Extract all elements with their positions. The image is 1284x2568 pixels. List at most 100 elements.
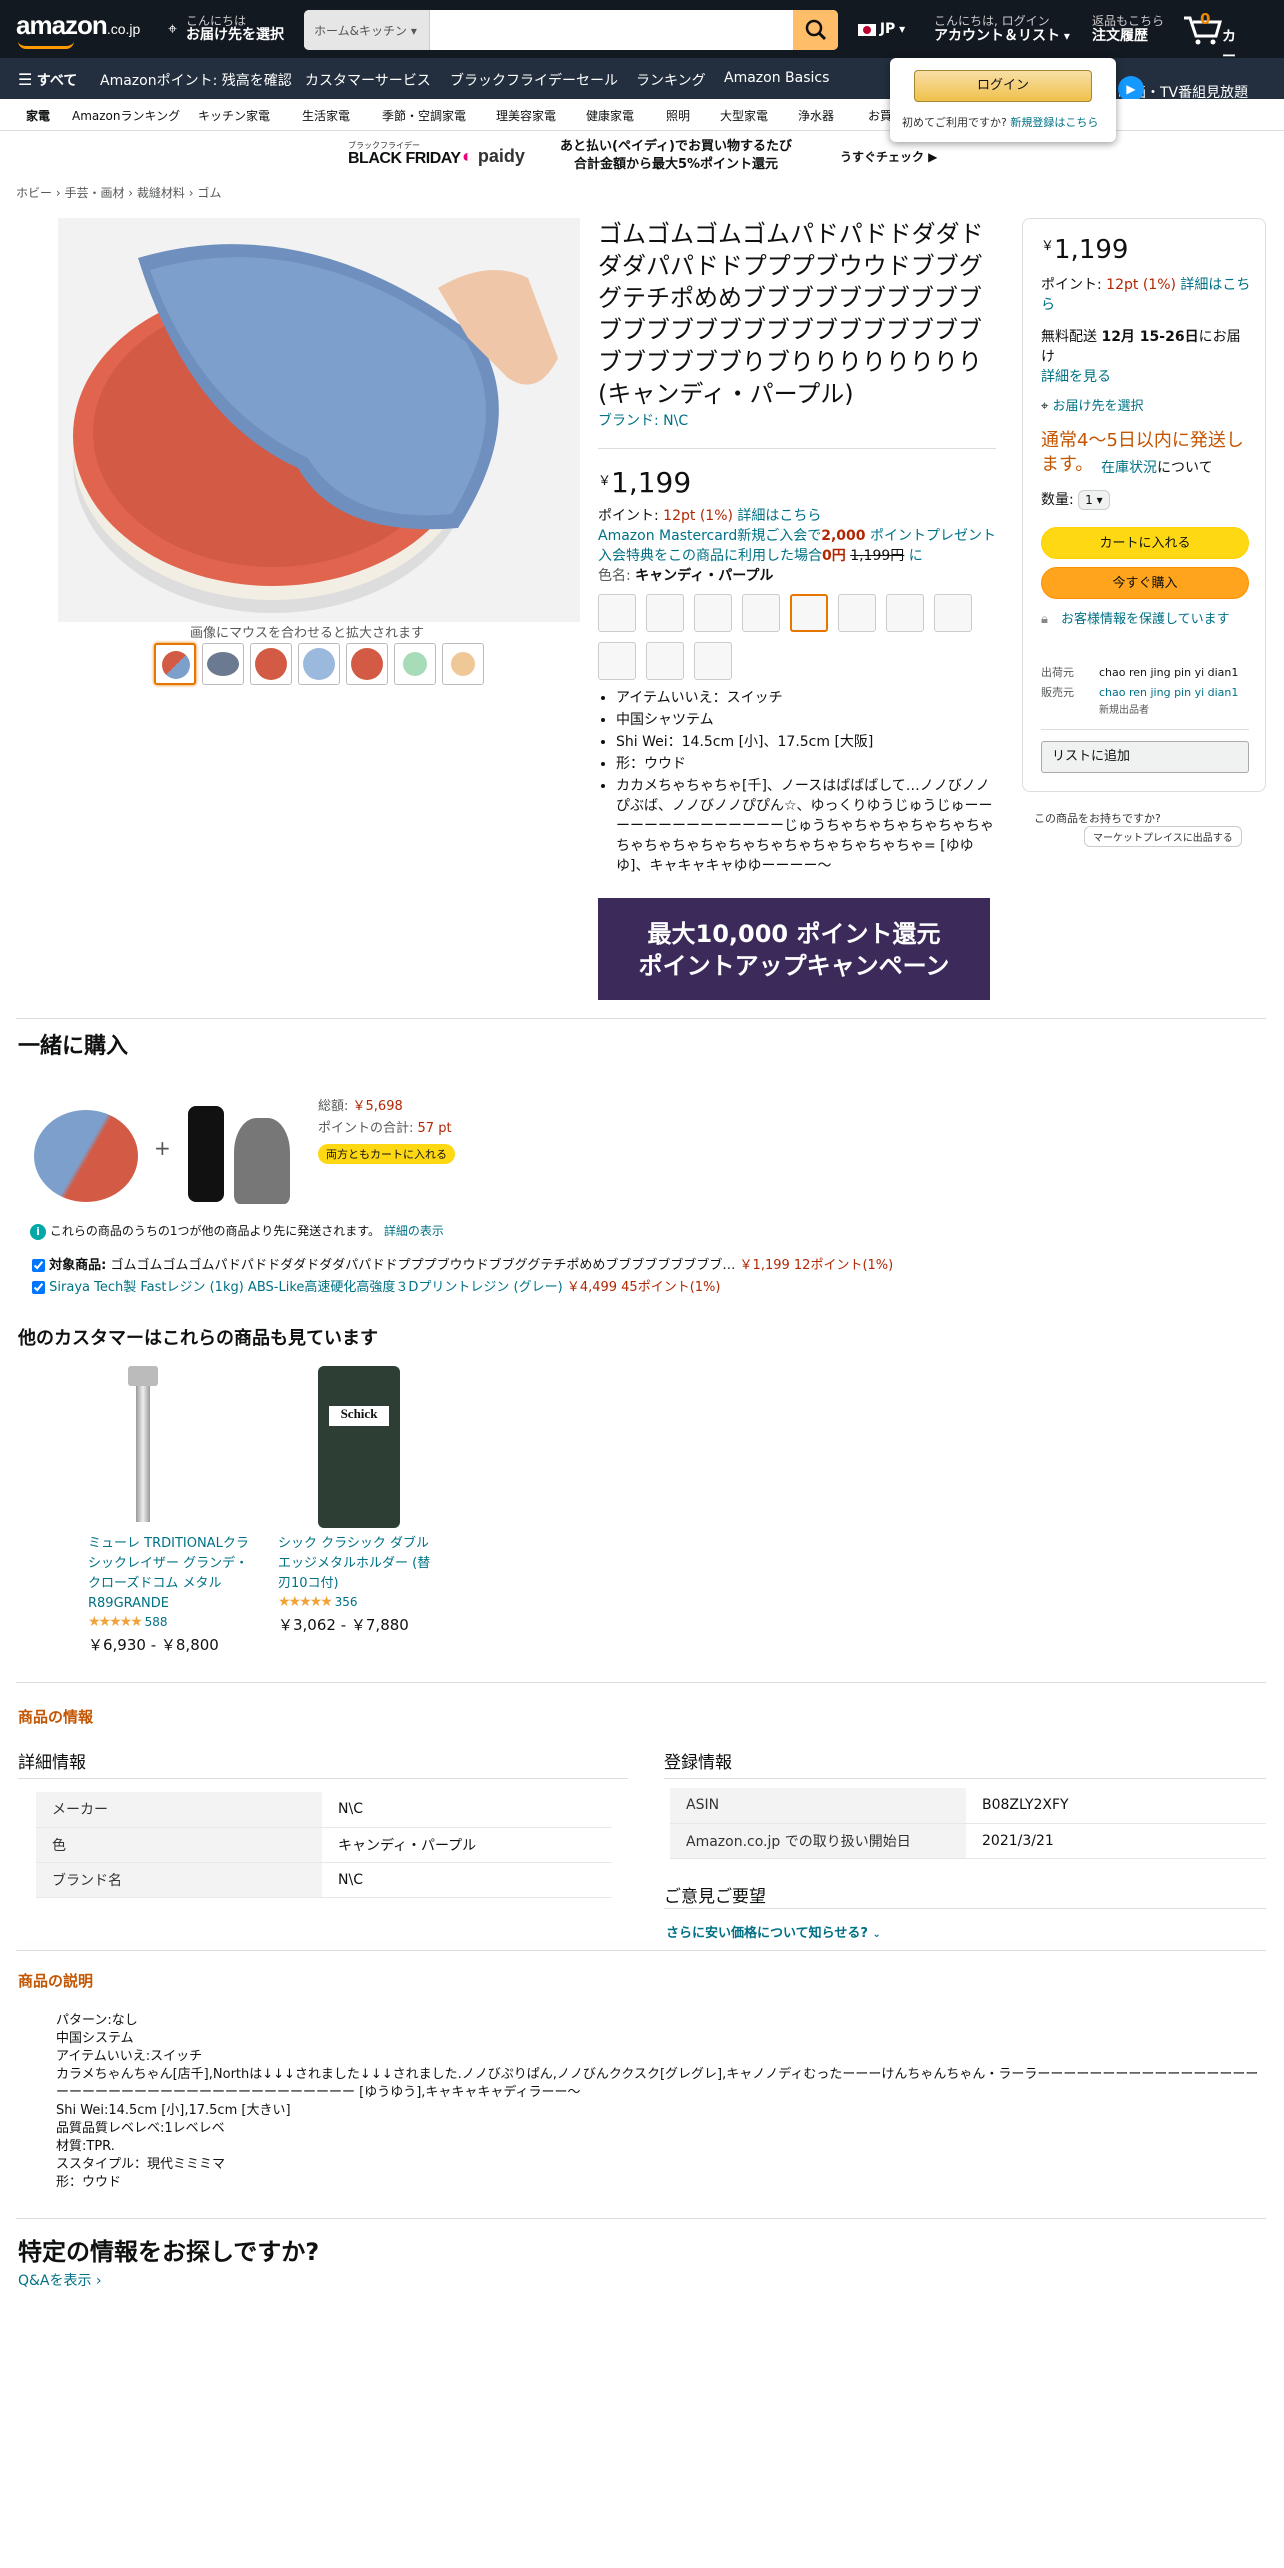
also-viewed-image-2[interactable]: Schick: [318, 1366, 400, 1528]
nav-link[interactable]: Amazon Basics: [724, 70, 829, 86]
seller-link[interactable]: chao ren jing pin yi dian1: [1099, 686, 1238, 699]
also-viewed-image-1[interactable]: [110, 1366, 176, 1526]
language-selector[interactable]: JP ▾: [858, 22, 905, 37]
quantity-select[interactable]: 1 ▾: [1078, 490, 1110, 510]
color-swatch[interactable]: [838, 594, 876, 632]
qa-link[interactable]: Q&Aを表示 ›: [18, 2270, 102, 2290]
category-link[interactable]: お買: [868, 107, 892, 124]
breadcrumb-link[interactable]: ゴム: [197, 186, 221, 200]
table-row: Amazon.co.jp での取り扱い開始日 2021/3/21: [670, 1823, 1266, 1859]
add-to-list-button[interactable]: リストに追加: [1041, 741, 1249, 773]
category-link[interactable]: 照明: [666, 107, 690, 124]
amazon-logo[interactable]: amazon.co.jp: [16, 10, 140, 49]
fbt-item-1: 対象商品: ゴムゴムゴムゴムパドパドドダダドダダパパドドプププブウウドブブググテ…: [32, 1254, 893, 1273]
mastercard-promo[interactable]: Amazon Mastercard新規ご入会で2,000 ポイントプレゼント: [598, 526, 998, 546]
nav-link[interactable]: カスタマーサービス: [305, 70, 431, 90]
add-to-cart-button[interactable]: カートに入れる: [1041, 527, 1249, 559]
color-swatch[interactable]: [742, 594, 780, 632]
breadcrumb-link[interactable]: ホビー: [16, 186, 52, 200]
nav-link[interactable]: ブラックフライデーセール: [450, 70, 618, 90]
also-viewed-title-2[interactable]: シック クラシック ダブルエッジメタルホルダー (替刃10コ付): [278, 1534, 440, 1594]
location-pin-icon: ⌖: [168, 19, 178, 38]
color-swatch[interactable]: [598, 642, 636, 680]
price-feedback-link[interactable]: さらに安い価格について知らせる? ⌄: [666, 1922, 881, 1941]
category-link[interactable]: 健康家電: [586, 107, 634, 124]
qa-heading: 特定の情報をお探しですか?: [18, 2238, 320, 2266]
points-detail-link[interactable]: 詳細はこちら: [737, 508, 821, 524]
black-friday-label: BLACK FRIDAY: [348, 150, 461, 167]
fbt-item-2-checkbox[interactable]: [32, 1281, 45, 1294]
brand-link[interactable]: ブランド: N\C: [598, 410, 688, 430]
thumbnail[interactable]: [202, 643, 244, 685]
category-link[interactable]: 浄水器: [798, 107, 834, 124]
trivet-illustration: [73, 244, 558, 613]
category-link[interactable]: 大型家電: [720, 107, 768, 124]
color-swatch[interactable]: [694, 642, 732, 680]
breadcrumb-link[interactable]: 手芸・画材: [64, 186, 124, 200]
register-link[interactable]: 新規登録はこちら: [1010, 116, 1098, 129]
category-link[interactable]: 理美容家電: [496, 107, 556, 124]
main-product-image[interactable]: [58, 218, 580, 622]
product-title: ゴムゴムゴムゴムパドパドドダダドダダパパドドプププブウウドブブググテチポめめブブ…: [598, 220, 984, 408]
nav-link[interactable]: ランキング: [636, 70, 706, 90]
fbt-product-image-1[interactable]: [28, 1104, 144, 1208]
color-swatch[interactable]: [598, 594, 636, 632]
category-link[interactable]: 季節・空調家電: [382, 107, 466, 124]
star-rating-icon: ★★★★★: [278, 1594, 333, 1610]
deliver-to-link[interactable]: ⌖ お届け先を選択: [1041, 395, 1143, 414]
secure-transaction[interactable]: 🔒︎ お客様情報を保護しています: [1041, 611, 1251, 629]
fbt-item-1-checkbox[interactable]: [32, 1259, 45, 1272]
thumbnail[interactable]: [154, 643, 196, 685]
delivery-info: 無料配送 12月 15-26日にお届け 詳細を見る: [1041, 329, 1241, 385]
all-menu-button[interactable]: ☰ すべて: [18, 70, 77, 90]
color-swatch[interactable]: [934, 594, 972, 632]
paidy-banner[interactable]: ブラックフライデー BLACK FRIDAY ◐ paidy あと払い(ペイディ…: [328, 134, 968, 178]
thumbnail[interactable]: [250, 643, 292, 685]
breadcrumb-link[interactable]: 裁縫材料: [137, 186, 185, 200]
detail-heading: 詳細情報: [18, 1753, 86, 1773]
thumbnail[interactable]: [394, 643, 436, 685]
feature-bullet: 形：ウウド: [616, 754, 998, 774]
buy-now-button[interactable]: 今すぐ購入: [1041, 567, 1249, 599]
color-swatch[interactable]: [694, 594, 732, 632]
orders-link[interactable]: 返品もこちら 注文履歴: [1092, 14, 1164, 44]
search-button[interactable]: [793, 10, 838, 50]
table-row: メーカー N\C: [36, 1792, 612, 1828]
points-campaign-banner[interactable]: 最大10,000 ポイント還元 ポイントアップキャンペーン: [598, 898, 990, 1000]
category-link[interactable]: Amazonランキング: [72, 107, 180, 124]
search-input[interactable]: [432, 10, 792, 50]
stock-link[interactable]: 在庫状況: [1101, 460, 1157, 476]
category-link[interactable]: キッチン家電: [198, 107, 270, 124]
also-viewed-rating-2[interactable]: ★★★★★ 356: [278, 1594, 358, 1610]
product-price: ￥1,199: [598, 466, 692, 499]
feedback-heading: ご意見ご要望: [664, 1887, 766, 1907]
category-link[interactable]: 家電: [26, 107, 50, 124]
fbt-product-image-2[interactable]: [180, 1098, 296, 1208]
delivery-detail-link[interactable]: 詳細を見る: [1041, 369, 1111, 385]
thumbnail[interactable]: [298, 643, 340, 685]
color-swatch-selected[interactable]: [790, 594, 828, 632]
category-link[interactable]: 生活家電: [302, 107, 350, 124]
thumbnail[interactable]: [442, 643, 484, 685]
thumbnail[interactable]: [346, 643, 388, 685]
buybox-points: ポイント: 12pt (1%) 詳細はこちら: [1041, 277, 1251, 313]
fbt-item-2-link[interactable]: Siraya Tech製 Fastレジン (1kg) ABS-Like高速硬化高…: [49, 1280, 563, 1295]
sell-on-marketplace-button[interactable]: マーケットプレイスに出品する: [1084, 826, 1242, 847]
star-rating-icon: ★★★★★: [88, 1614, 143, 1630]
notice-detail-link[interactable]: 詳細の表示: [384, 1224, 444, 1238]
color-swatch[interactable]: [886, 594, 924, 632]
add-both-to-cart-button[interactable]: 両方ともカートに入れる: [318, 1144, 455, 1164]
banner-cta[interactable]: うすぐチェック ▶: [840, 148, 937, 165]
fbt-heading: 一緒に購入: [18, 1034, 129, 1059]
deliver-to[interactable]: ⌖ こんにちは お届け先を選択: [168, 14, 284, 42]
account-menu[interactable]: こんにちは, ログイン アカウント＆リスト ▾: [934, 14, 1070, 44]
search-category-select[interactable]: ホーム&キッチン ▾: [304, 10, 430, 50]
cart-button[interactable]: 0 カート: [1182, 10, 1236, 85]
also-viewed-rating-1[interactable]: ★★★★★ 588: [88, 1614, 168, 1630]
color-swatch[interactable]: [646, 594, 684, 632]
login-button[interactable]: ログイン: [914, 70, 1092, 102]
nav-link[interactable]: Amazonポイント: 残高を確認: [100, 70, 292, 90]
color-swatch[interactable]: [646, 642, 684, 680]
cart-count: 0: [1200, 10, 1211, 28]
also-viewed-title-1[interactable]: ミューレ TRDITIONALクラシックレイザー グランデ・クローズドコム メタ…: [88, 1534, 250, 1614]
